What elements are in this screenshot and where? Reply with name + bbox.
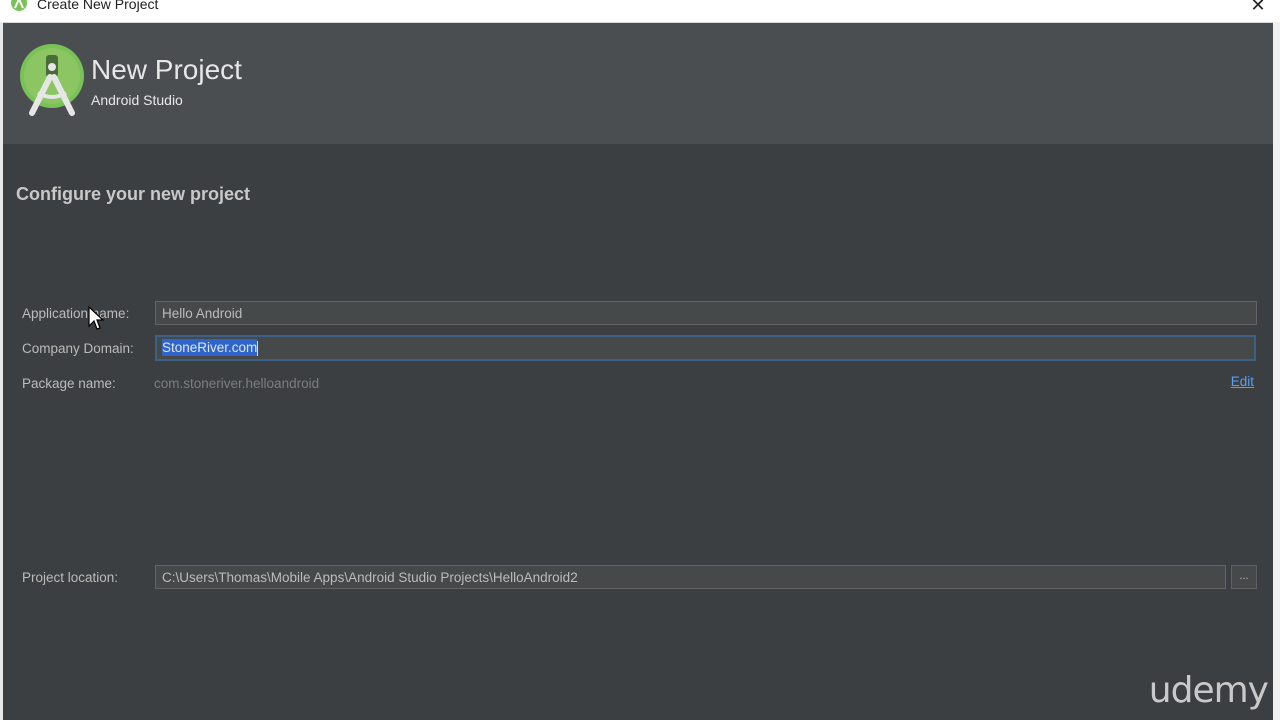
- project-location-input[interactable]: C:\Users\Thomas\Mobile Apps\Android Stud…: [155, 565, 1226, 589]
- header-subtitle: Android Studio: [91, 92, 183, 108]
- window-title: Create New Project: [37, 0, 159, 12]
- section-title: Configure your new project: [16, 184, 251, 204]
- company-domain-value: StoneRiver.com: [162, 339, 258, 356]
- close-icon[interactable]: ✕: [1246, 0, 1270, 15]
- company-domain-input[interactable]: StoneRiver.com: [155, 335, 1256, 361]
- project-location-label: Project location:: [22, 570, 119, 585]
- mouse-cursor-icon: [88, 306, 104, 330]
- udemy-watermark: udemy: [1148, 670, 1269, 711]
- window-titlebar: Create New Project ✕: [0, 0, 1280, 23]
- android-studio-logo-icon: [20, 44, 84, 116]
- edit-package-link[interactable]: Edit: [1231, 374, 1254, 389]
- project-location-value: C:\Users\Thomas\Mobile Apps\Android Stud…: [162, 570, 578, 585]
- app-name-value: Hello Android: [162, 306, 243, 321]
- package-name-value: com.stoneriver.helloandroid: [154, 376, 320, 391]
- window-border-right: [1273, 22, 1280, 720]
- header-title: New Project: [91, 54, 242, 85]
- app-name-label: Application name:: [22, 306, 130, 321]
- app-name-input[interactable]: Hello Android: [155, 301, 1257, 325]
- company-domain-label: Company Domain:: [22, 341, 134, 356]
- wizard-header: New Project Android Studio: [3, 23, 1273, 144]
- browse-location-button[interactable]: ...: [1231, 565, 1257, 589]
- text-caret: [257, 340, 259, 356]
- package-name-label: Package name:: [22, 376, 116, 391]
- android-studio-icon: [11, 0, 27, 11]
